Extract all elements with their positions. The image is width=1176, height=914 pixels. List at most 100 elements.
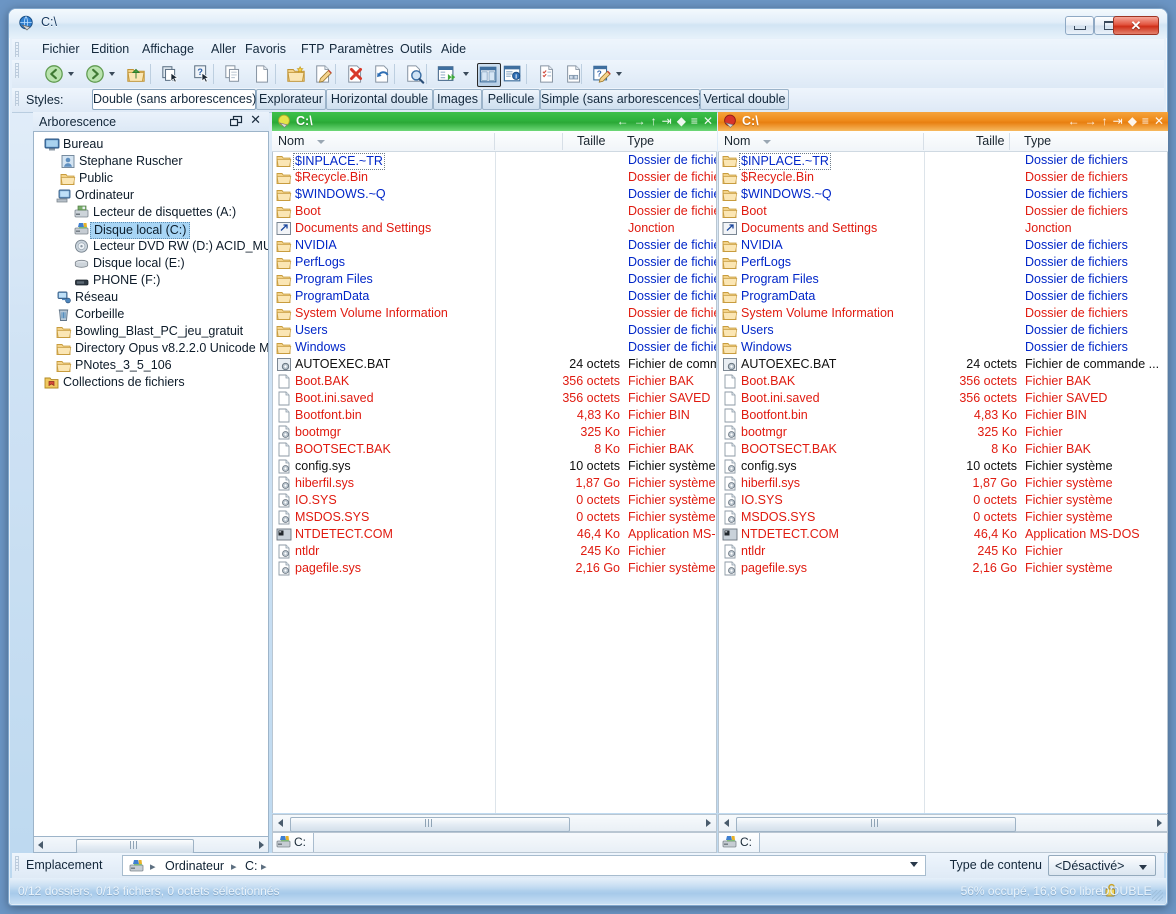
tree-item-4[interactable]: Lecteur de disquettes (A:) [34,204,268,221]
close-icon[interactable]: ✕ [250,113,261,126]
style-button-0[interactable]: Double (sans arborescences) [92,89,256,110]
checklist-button[interactable] [536,63,558,85]
rename-button[interactable] [313,63,335,85]
layout-dropdown[interactable] [463,72,469,76]
file-row[interactable]: PerfLogs Dossier de fichiers [273,254,716,271]
file-row[interactable]: IO.SYS 0 octets Fichier système [719,492,1167,509]
menu-item-affichage[interactable]: Affichage [142,42,194,57]
file-row[interactable]: Program Files Dossier de fichiers [273,271,716,288]
file-row[interactable]: NTDETECT.COM46,4 KoApplication MS-DOS [273,526,716,543]
pane-header-btn-6[interactable]: ✕ [703,115,713,127]
menu-item-aller[interactable]: Aller [211,42,236,57]
tree-hscrollbar[interactable] [33,836,269,854]
minimize-button[interactable] [1065,16,1094,35]
undock-icon[interactable] [230,115,243,127]
column-divider[interactable] [923,133,924,150]
column-divider[interactable] [562,133,563,150]
file-row[interactable]: Users Dossier de fichiers [273,322,716,339]
tree-item-5[interactable]: Disque local (C:) [34,221,268,239]
dual-pane-button[interactable] [477,63,501,87]
drive-tab-c[interactable]: C: [273,833,314,852]
column-divider[interactable] [1009,133,1010,150]
tree-item-0[interactable]: Bureau [34,136,268,153]
location-gripper[interactable] [15,856,19,871]
config-dropdown[interactable] [616,72,622,76]
file-row[interactable]: config.sys 10 octets Fichier système [273,458,716,475]
style-button-5[interactable]: Simple (sans arborescences) [540,89,703,110]
file-row[interactable]: AUTOEXEC.BAT24 octetsFichier de commande… [719,356,1167,373]
file-row[interactable]: Users Dossier de fichiers [719,322,1167,339]
pane-header-btn-2[interactable]: ↑ [1102,115,1108,127]
file-row[interactable]: Bootfont.bin 4,83 Ko Fichier BIN [273,407,716,424]
file-row[interactable]: Windows Dossier de fichiers [719,339,1167,356]
breadcrumb-ordinateur[interactable]: Ordinateur [165,859,224,873]
file-row[interactable]: hiberfil.sys 1,87 Go Fichier système [273,475,716,492]
file-row[interactable]: ProgramData Dossier de fichiers [719,288,1167,305]
file-row[interactable]: bootmgr 325 Ko Fichier [719,424,1167,441]
file-row[interactable]: BOOTSECT.BAK 8 Ko Fichier BAK [719,441,1167,458]
drive-tab-c[interactable]: C: [719,833,760,852]
left-pane-column-header[interactable]: Nom Taille Type [272,131,717,152]
file-row[interactable]: Boot.ini.saved 356 octets Fichier SAVED [273,390,716,407]
file-row[interactable]: pagefile.sys 2,16 Go Fichier système [719,560,1167,577]
file-row[interactable]: Documents and Settings Jonction [273,220,716,237]
file-row[interactable]: Windows Dossier de fichiers [273,339,716,356]
location-dropdown-icon[interactable] [910,862,918,867]
config-button[interactable]: ? [591,63,613,85]
breadcrumb-c[interactable]: C: [245,859,258,873]
pane-header-btn-2[interactable]: ↑ [651,115,657,127]
file-row[interactable]: $Recycle.Bin Dossier de fichiers [719,169,1167,186]
style-button-2[interactable]: Horizontal double [326,89,433,110]
file-row[interactable]: BOOTSECT.BAK 8 Ko Fichier BAK [273,441,716,458]
forward-button[interactable] [84,63,106,85]
left-pane-file-list[interactable]: $INPLACE.~TRDossier de fichiers$Recycle.… [272,152,717,813]
dual-vertical-button[interactable] [436,63,458,85]
menu-gripper[interactable] [15,42,19,57]
pane-header-btn-1[interactable]: → [634,115,646,127]
style-button-4[interactable]: Pellicule [482,89,540,110]
file-row[interactable]: $INPLACE.~TR Dossier de fichiers [719,152,1167,170]
pane-header-btn-4[interactable]: ◆ [677,115,686,127]
file-row[interactable]: ntldr 245 Ko Fichier [273,543,716,560]
menu-item-fichier[interactable]: Fichier [42,42,80,57]
menu-item-edition[interactable]: Edition [91,42,129,57]
column-header-nom[interactable]: Nom [278,134,304,148]
file-row[interactable]: System Volume Information Dossier de fich… [273,305,716,322]
left-pane-hscrollbar[interactable] [272,814,717,832]
file-row[interactable]: NTDETECT.COM46,4 KoApplication MS-DOS [719,526,1167,543]
tree-item-8[interactable]: PHONE (F:) [34,272,268,289]
file-row[interactable]: Boot Dossier de fichiers [273,203,716,220]
file-row[interactable]: MSDOS.SYS 0 octets Fichier système [719,509,1167,526]
pane-header-btn-4[interactable]: ◆ [1128,115,1137,127]
location-path-field[interactable]: ▸ Ordinateur ▸ C: ▸ [122,855,926,876]
column-header-type[interactable]: Type [627,134,654,148]
menu-item-outils[interactable]: Outils [400,42,432,57]
toolbar-gripper[interactable] [15,63,19,78]
find-button[interactable] [404,63,426,85]
file-row[interactable]: $Recycle.Bin Dossier de fichiers [273,169,716,186]
pane-header-btn-5[interactable]: ≡ [691,115,698,127]
tree-item-14[interactable]: Collections de fichiers [34,374,268,391]
up-folder-button[interactable] [125,63,147,85]
tree-item-11[interactable]: Bowling_Blast_PC_jeu_gratuit [34,323,268,340]
menu-item-favoris[interactable]: Favoris [245,42,286,57]
column-header-nom[interactable]: Nom [724,134,750,148]
tree-item-10[interactable]: Corbeille [34,306,268,323]
pane-header-btn-5[interactable]: ≡ [1142,115,1149,127]
pane-header-btn-6[interactable]: ✕ [1154,115,1164,127]
file-row[interactable]: pagefile.sys 2,16 Go Fichier système [273,560,716,577]
file-row[interactable]: ProgramData Dossier de fichiers [273,288,716,305]
file-row[interactable]: hiberfil.sys 1,87 Go Fichier système [719,475,1167,492]
file-row[interactable]: bootmgr 325 Ko Fichier [273,424,716,441]
file-row[interactable]: System Volume Information Dossier de fich… [719,305,1167,322]
tree-item-3[interactable]: Ordinateur [34,187,268,204]
copy-button[interactable] [223,63,245,85]
file-row[interactable]: IO.SYS 0 octets Fichier système [273,492,716,509]
close-button[interactable]: ✕ [1113,16,1159,35]
file-row[interactable]: NVIDIA Dossier de fichiers [719,237,1167,254]
tree-item-1[interactable]: Stephane Ruscher [34,153,268,170]
pane-header-btn-1[interactable]: → [1085,115,1097,127]
file-row[interactable]: $WINDOWS.~Q Dossier de fichiers [719,186,1167,203]
delete-button[interactable] [345,63,367,85]
tree-item-12[interactable]: Directory Opus v8.2.2.0 Unicode Mu [34,340,268,357]
